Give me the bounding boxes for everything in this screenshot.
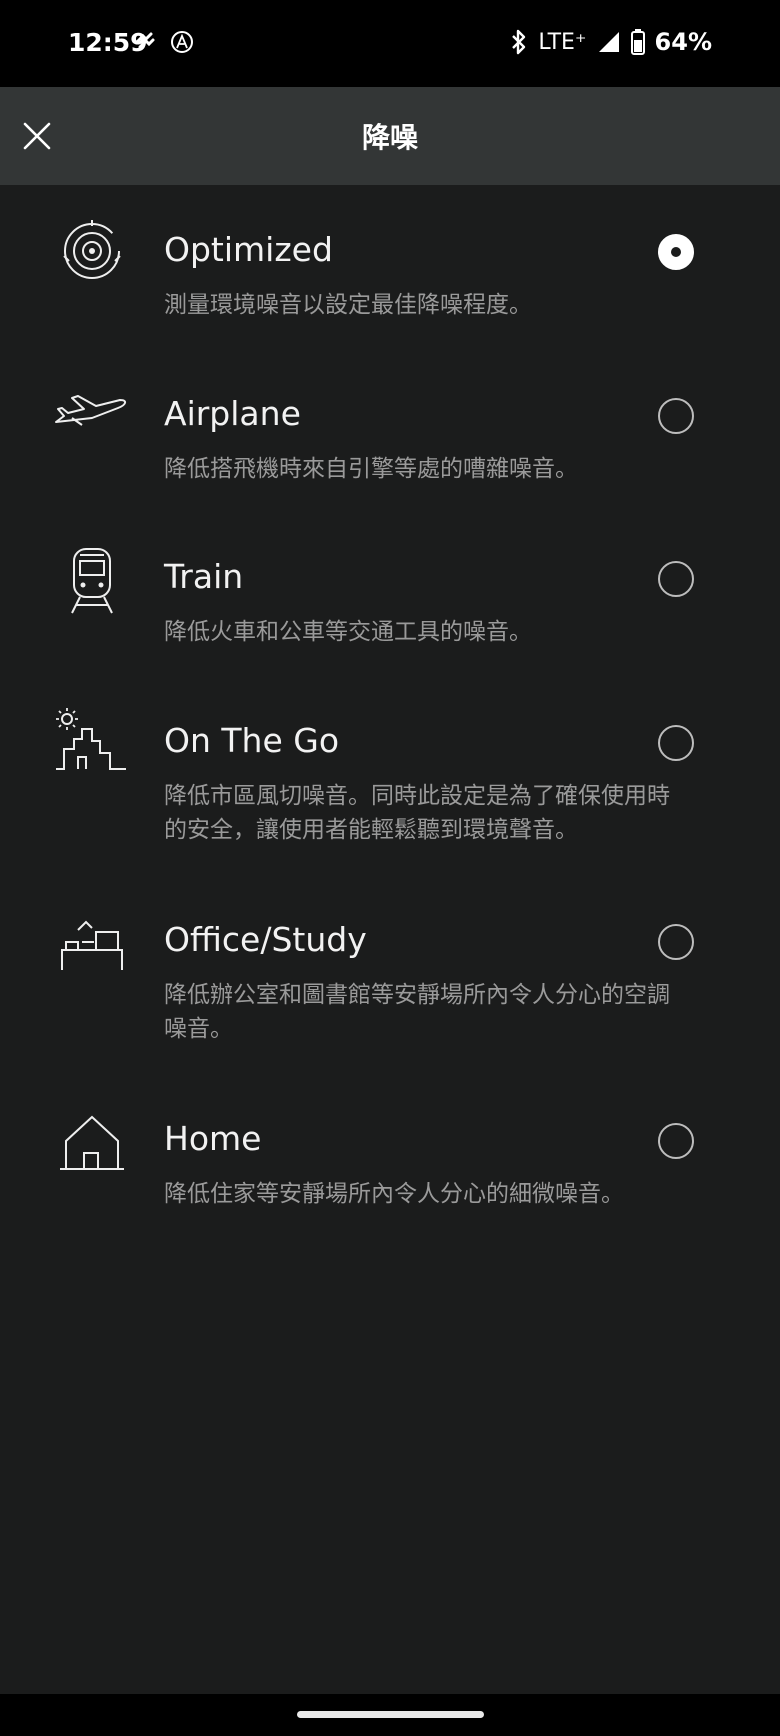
mode-name: On The Go — [164, 721, 340, 760]
status-right: LTE⁺ 64% — [510, 28, 712, 56]
radio-selected[interactable] — [658, 234, 694, 270]
page-title: 降噪 — [361, 121, 418, 154]
radio-unselected[interactable] — [658, 561, 694, 597]
radio-unselected[interactable] — [658, 924, 694, 960]
mode-name: Airplane — [164, 394, 301, 433]
battery-level: 64% — [654, 28, 712, 56]
radio-unselected[interactable] — [658, 398, 694, 434]
notification-app-icon — [135, 32, 155, 49]
system-nav-bar — [0, 1694, 780, 1736]
network-type: LTE⁺ — [538, 29, 587, 55]
mode-optimized[interactable]: Optimized 測量環境噪音以設定最佳降噪程度。 — [0, 214, 780, 334]
mode-description: 降低辦公室和圖書館等安靜場所內令人分心的空調噪音。 — [164, 982, 670, 1042]
mode-home[interactable]: Home 降低住家等安靜場所內令人分心的細微噪音。 — [0, 1103, 780, 1223]
mode-airplane[interactable]: Airplane 降低搭飛機時來自引擎等處的嘈雜噪音。 — [0, 378, 780, 498]
target-rings-icon — [52, 214, 132, 288]
radio-unselected[interactable] — [658, 725, 694, 761]
mode-name: Train — [164, 557, 244, 596]
signal-icon — [598, 32, 619, 52]
mode-description: 降低市區風切噪音。同時此設定是為了確保使用時的安全，讓使用者能輕鬆聽到環境聲音。 — [164, 783, 670, 843]
home-gesture-handle[interactable] — [297, 1711, 484, 1718]
mode-train[interactable]: Train 降低火車和公車等交通工具的噪音。 — [0, 541, 780, 661]
app-header: 降噪 — [0, 87, 780, 185]
mode-name: Office/Study — [164, 920, 367, 959]
mode-description: 降低住家等安靜場所內令人分心的細微噪音。 — [164, 1181, 624, 1207]
mode-name: Home — [164, 1119, 262, 1158]
status-notification-icons — [134, 30, 194, 54]
office-desk-icon — [52, 904, 132, 978]
mode-office-study[interactable]: Office/Study 降低辦公室和圖書館等安靜場所內令人分心的空調噪音。 — [0, 904, 780, 1064]
status-bar: 12:59 LTE⁺ 64% — [0, 0, 780, 87]
airplane-icon — [52, 378, 132, 452]
mode-on-the-go[interactable]: On The Go 降低市區風切噪音。同時此設定是為了確保使用時的安全，讓使用者… — [0, 705, 780, 865]
close-button[interactable] — [12, 111, 62, 161]
screen: 12:59 LTE⁺ 64% 降噪 Optimized 測量環境噪音以設定最佳降… — [0, 0, 780, 1736]
mode-name: Optimized — [164, 230, 333, 269]
radio-unselected[interactable] — [658, 1123, 694, 1159]
battery-icon — [630, 29, 645, 55]
city-sun-icon — [52, 705, 132, 779]
train-icon — [52, 543, 132, 617]
mode-description: 測量環境噪音以設定最佳降噪程度。 — [164, 292, 532, 318]
mode-description: 降低搭飛機時來自引擎等處的嘈雜噪音。 — [164, 456, 578, 482]
mode-description: 降低火車和公車等交通工具的噪音。 — [164, 619, 532, 645]
audio-technica-icon — [171, 31, 193, 53]
close-icon — [23, 122, 51, 150]
house-icon — [52, 1103, 132, 1177]
bluetooth-icon — [512, 29, 526, 55]
